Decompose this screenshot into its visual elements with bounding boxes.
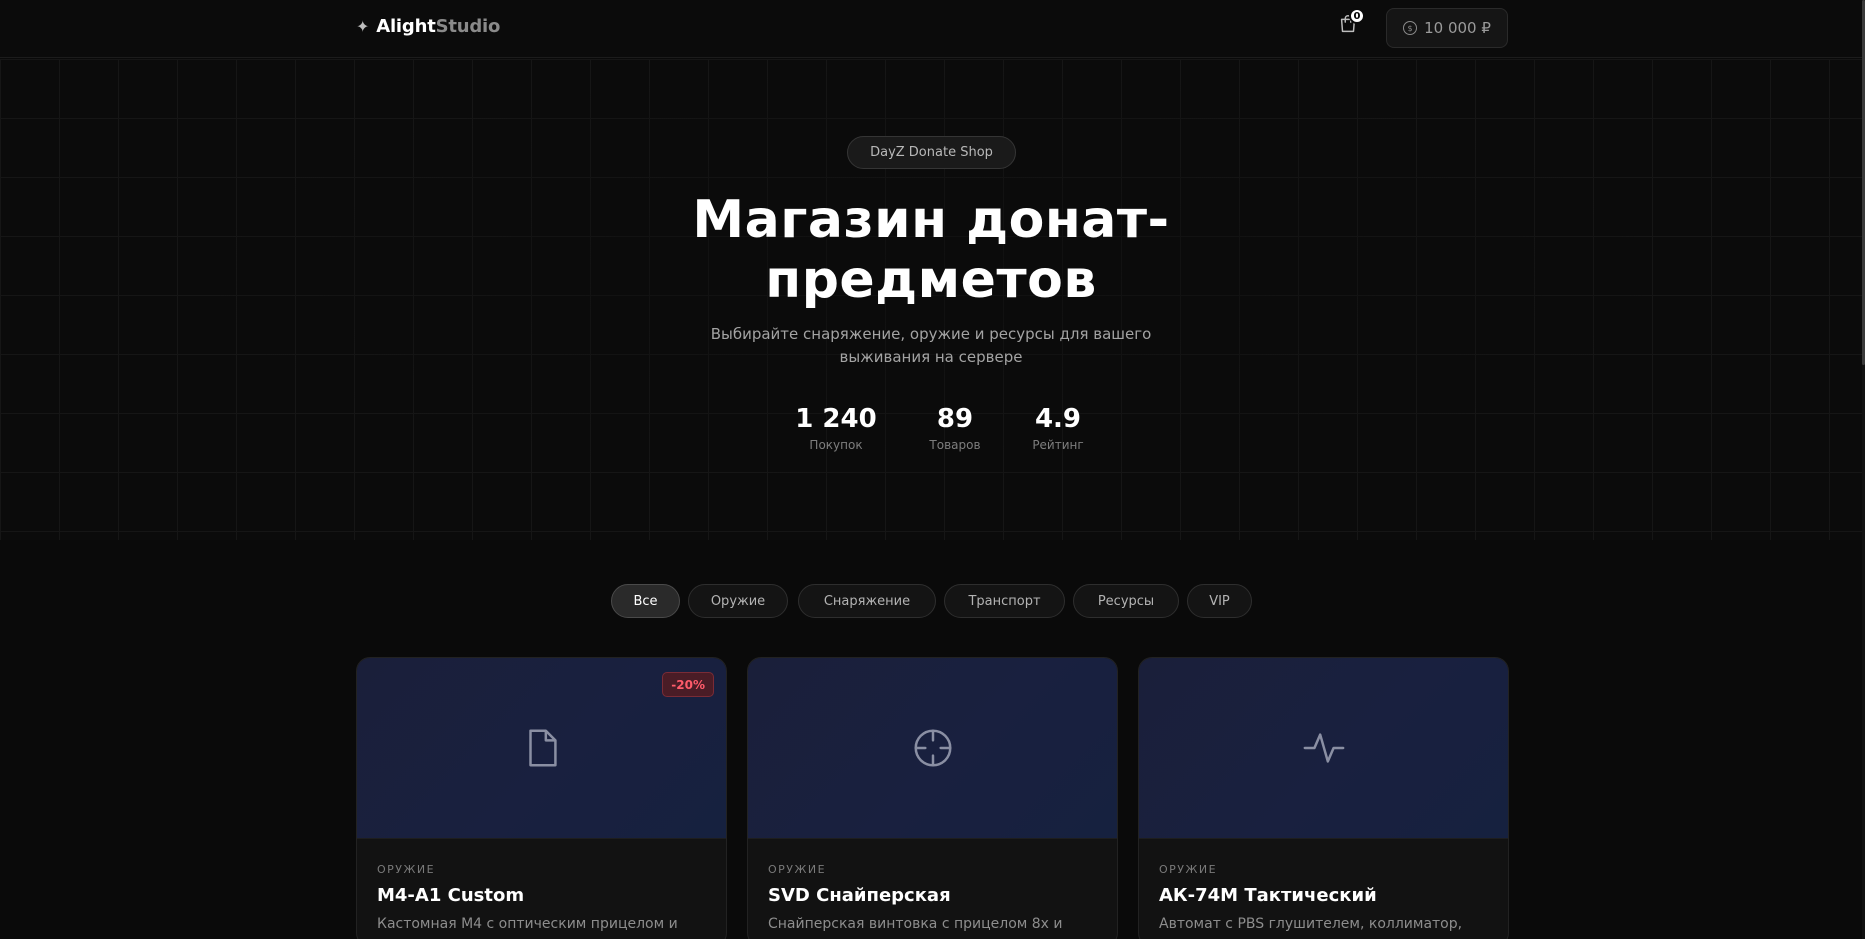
product-category: ОРУЖИЕ (768, 863, 827, 876)
stat-value: 1 240 (795, 404, 877, 434)
stat-value: 89 (936, 404, 974, 434)
stat-label: Покупок (809, 438, 863, 452)
top-header: ✦ AlightStudio 0 $ 10 000 ₽ (0, 0, 1862, 58)
subtitle-line-2: выживания на сервере (839, 348, 1023, 366)
product-description: Автомат с PBS глушителем, коллиматор, (1159, 916, 1463, 932)
page: ✦ AlightStudio 0 $ 10 000 ₽ DayZ Donate … (0, 0, 1865, 939)
title-line-2: предметов (765, 250, 1097, 310)
pulse-icon (1303, 733, 1344, 763)
title-line-1: Магазин донат- (692, 190, 1170, 250)
sparkle-icon: ✦ (356, 17, 370, 36)
product-category: ОРУЖИЕ (377, 863, 436, 876)
filter-gear[interactable]: Снаряжение (798, 584, 936, 618)
stat-products: 89 Товаров (915, 402, 995, 452)
product-card[interactable]: -20% ОРУЖИЕ M4-A1 Custom Кастомная M4 с … (356, 657, 727, 939)
coin-icon: $ (1403, 21, 1418, 35)
cart-count-badge: 0 (1349, 8, 1365, 24)
hero-section: DayZ Donate Shop Магазин донат- предмето… (0, 59, 1862, 540)
product-category: ОРУЖИЕ (1159, 863, 1218, 876)
filter-all[interactable]: Все (611, 584, 680, 618)
filter-resources[interactable]: Ресурсы (1073, 584, 1179, 618)
cart-button[interactable]: 0 (1337, 8, 1365, 37)
discount-badge: -20% (662, 672, 714, 697)
stat-label: Рейтинг (1032, 438, 1084, 452)
filter-vip[interactable]: VIP (1187, 584, 1252, 618)
product-name: SVD Снайперская (768, 885, 951, 906)
filter-transport[interactable]: Транспорт (944, 584, 1065, 618)
balance-amount: 10 000 ₽ (1424, 19, 1491, 37)
document-icon (528, 729, 557, 767)
logo-main-text: Alight (376, 16, 436, 37)
shop-badge: DayZ Donate Shop (847, 136, 1016, 169)
product-card[interactable]: ОРУЖИЕ SVD Снайперская Снайперская винто… (747, 657, 1118, 939)
product-card[interactable]: ОРУЖИЕ АК-74М Тактический Автомат с PBS … (1138, 657, 1509, 939)
subtitle-line-1: Выбирайте снаряжение, оружие и ресурсы д… (710, 325, 1152, 343)
product-name: M4-A1 Custom (377, 885, 525, 906)
category-filters: Все Оружие Снаряжение Транспорт Ресурсы … (0, 584, 1862, 618)
page-title: Магазин донат- предметов (581, 190, 1281, 310)
filter-weapons[interactable]: Оружие (688, 584, 788, 618)
logo-sub-text: Studio (435, 16, 501, 37)
product-image: -20% (357, 658, 726, 839)
stat-value: 4.9 (1034, 404, 1082, 434)
balance-button[interactable]: $ 10 000 ₽ (1386, 8, 1508, 48)
product-description: Кастомная M4 с оптическим прицелом и (377, 916, 678, 932)
stat-label: Товаров (929, 438, 981, 452)
product-image (748, 658, 1117, 839)
logo[interactable]: ✦ AlightStudio (356, 16, 500, 37)
crosshair-icon (914, 729, 951, 767)
product-description: Снайперская винтовка с прицелом 8x и (768, 916, 1063, 932)
product-image (1139, 658, 1508, 839)
stat-purchases: 1 240 Покупок (786, 402, 886, 452)
product-name: АК-74М Тактический (1159, 885, 1377, 906)
stats-row: 1 240 Покупок 89 Товаров 4.9 Рейтинг (770, 402, 1090, 462)
hero-subtitle: Выбирайте снаряжение, оружие и ресурсы д… (681, 323, 1181, 369)
stat-rating: 4.9 Рейтинг (1018, 402, 1098, 452)
